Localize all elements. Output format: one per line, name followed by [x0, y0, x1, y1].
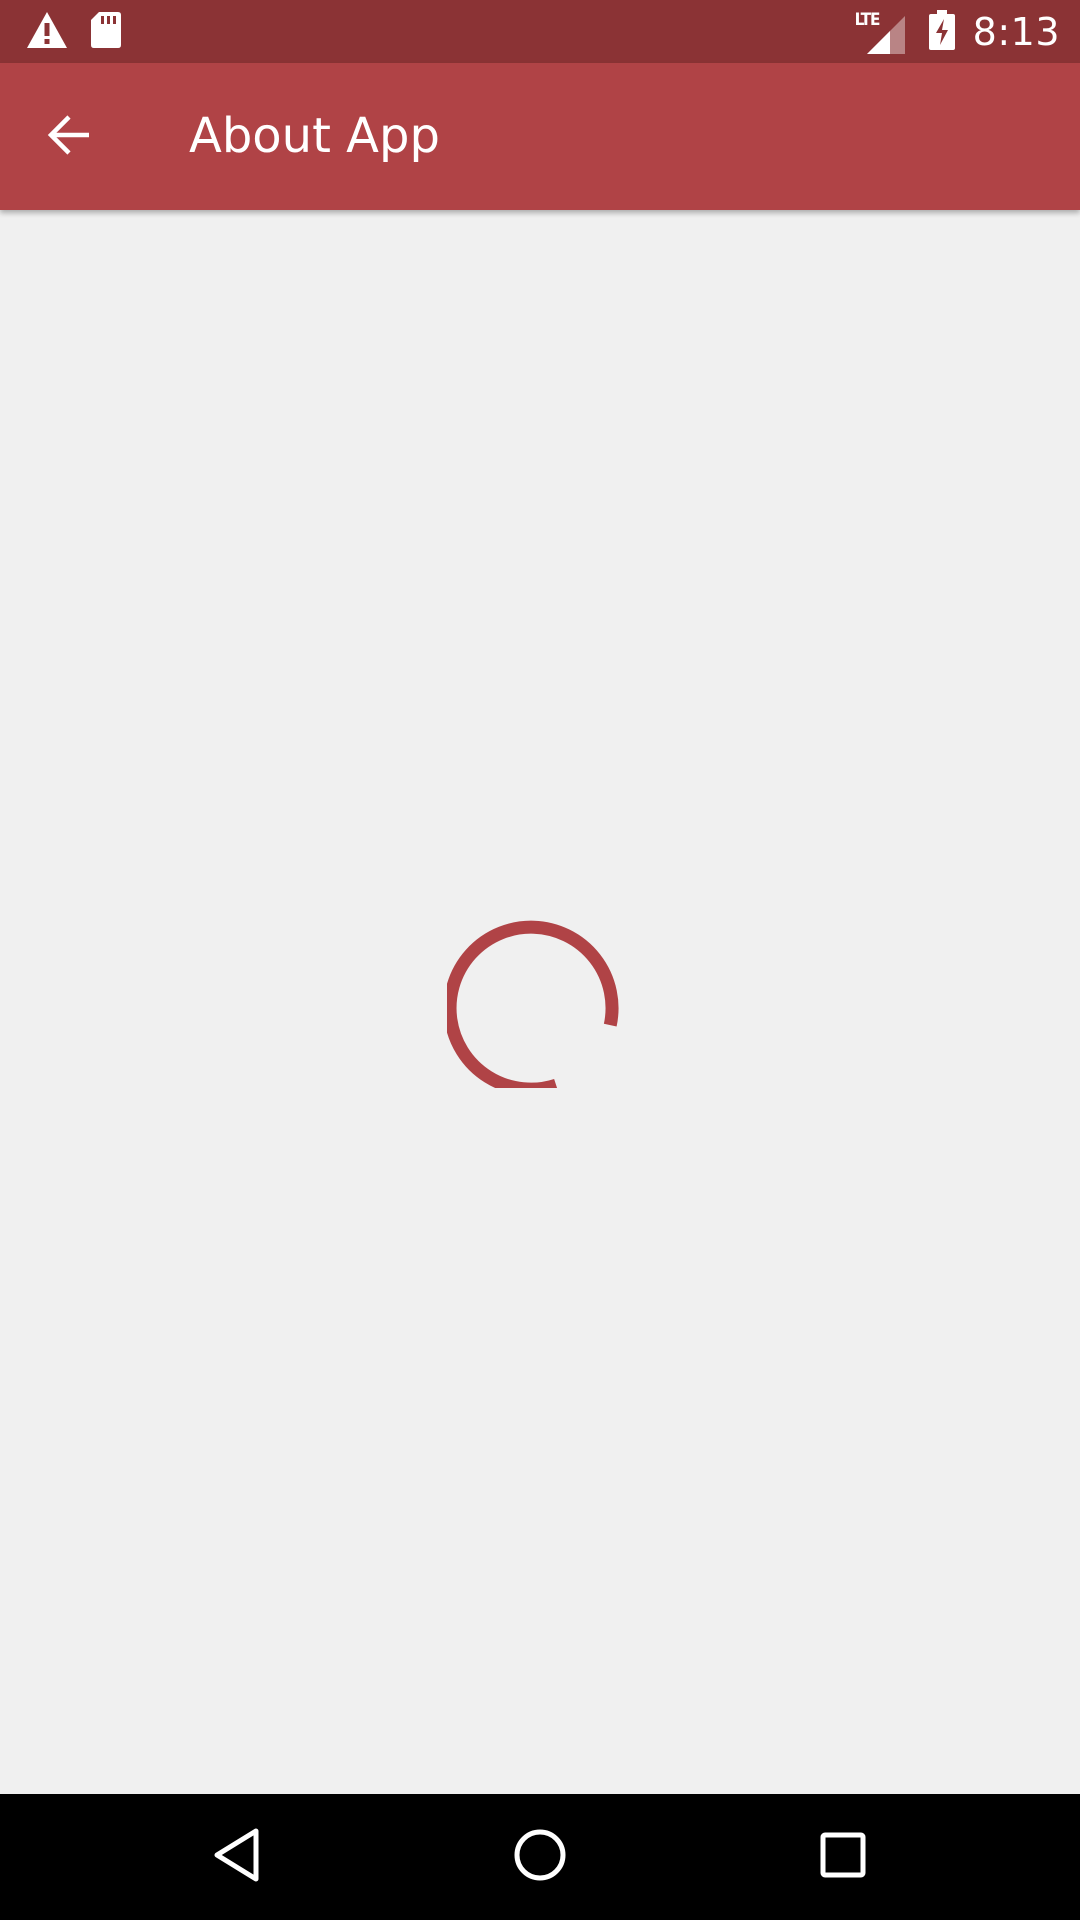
- back-triangle-icon: [212, 1828, 262, 1886]
- page-title: About App: [189, 108, 440, 164]
- recents-square-icon: [819, 1831, 867, 1883]
- battery-charging-icon: [928, 10, 955, 54]
- sd-card-icon: [90, 11, 122, 53]
- back-button[interactable]: [34, 102, 104, 172]
- status-time: 8:13: [972, 10, 1060, 54]
- lte-label: LTE: [854, 10, 881, 30]
- status-bar: LTE 8:13: [0, 0, 1080, 63]
- status-right-icons: LTE 8:13: [855, 6, 1060, 58]
- status-left-icons: [26, 10, 122, 54]
- home-circle-icon: [513, 1828, 567, 1886]
- app-bar: About App: [0, 63, 1080, 210]
- nav-back-button[interactable]: [197, 1817, 277, 1897]
- progress-spinner-icon: [443, 916, 619, 1096]
- navigation-bar: [0, 1794, 1080, 1920]
- nav-recents-button[interactable]: [803, 1817, 883, 1897]
- lte-signal-icon: LTE: [855, 8, 907, 56]
- warning-icon: [26, 11, 68, 53]
- screen: LTE 8:13 About App: [0, 0, 1080, 1920]
- nav-home-button[interactable]: [500, 1817, 580, 1897]
- arrow-back-icon: [45, 111, 93, 163]
